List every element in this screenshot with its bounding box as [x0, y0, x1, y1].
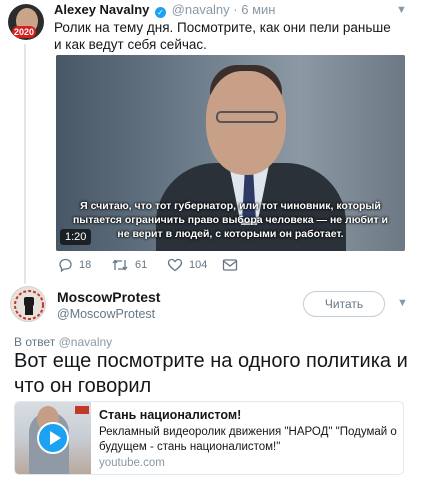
video-duration: 1:20 [60, 229, 92, 245]
message-button[interactable] [222, 258, 238, 272]
card-title: Стань националистом! [99, 408, 242, 422]
message-icon [222, 259, 238, 271]
reply-count: 18 [79, 259, 92, 271]
retweet-icon [112, 259, 128, 271]
reply-context: В ответ @navalny [14, 335, 112, 349]
like-count: 104 [189, 259, 208, 271]
video-player[interactable]: Я считаю, что тот губернатор, или тот чи… [56, 55, 405, 251]
chevron-down-icon[interactable]: ▼ [396, 4, 407, 16]
thread-line [24, 44, 26, 284]
video-caption: Я считаю, что тот губернатор, или тот чи… [72, 200, 389, 240]
navalny-avatar[interactable]: 2020 [8, 4, 44, 40]
author-name[interactable]: MoscowProtest [57, 289, 160, 305]
card-description: Рекламный видеоролик движения "НАРОД" "П… [99, 426, 397, 453]
author-handle[interactable]: @MoscowProtest [57, 307, 155, 321]
retweet-button[interactable]: 61 [111, 258, 147, 272]
reply-button[interactable]: 18 [58, 258, 91, 272]
like-button[interactable]: 104 [167, 258, 207, 272]
link-card[interactable]: Стань националистом! Рекламный видеороли… [14, 401, 404, 475]
author-name[interactable]: Alexey Navalny [54, 2, 149, 17]
reply-prefix: В ответ [14, 335, 56, 349]
play-icon[interactable] [37, 422, 69, 454]
fist-logo-icon [14, 290, 44, 320]
card-domain: youtube.com [99, 457, 165, 469]
follow-button[interactable]: Читать [303, 291, 385, 317]
avatar-badge: 2020 [12, 26, 36, 38]
verified-icon: ✓ [155, 7, 167, 18]
card-thumbnail [15, 402, 91, 474]
tweet-text: Ролик на тему дня. Посмотрите, как они п… [54, 20, 391, 52]
tweet-time[interactable]: 6 мин [241, 2, 275, 17]
moscowprotest-avatar[interactable] [10, 286, 46, 322]
like-icon [167, 258, 183, 272]
video-speaker-glasses [216, 111, 278, 123]
tweet-text: Вот еще посмотрите на одного политика и … [14, 350, 408, 397]
thumbnail-logo [75, 406, 89, 414]
chevron-down-icon[interactable]: ▼ [397, 297, 408, 309]
tweet-header: Alexey Navalny ✓ @navalny · 6 мин [54, 2, 275, 18]
author-handle[interactable]: @navalny [172, 2, 230, 17]
reply-icon [59, 258, 72, 272]
reply-handle-link[interactable]: @navalny [59, 335, 113, 349]
video-speaker-head [206, 71, 286, 175]
retweet-count: 61 [135, 259, 148, 271]
